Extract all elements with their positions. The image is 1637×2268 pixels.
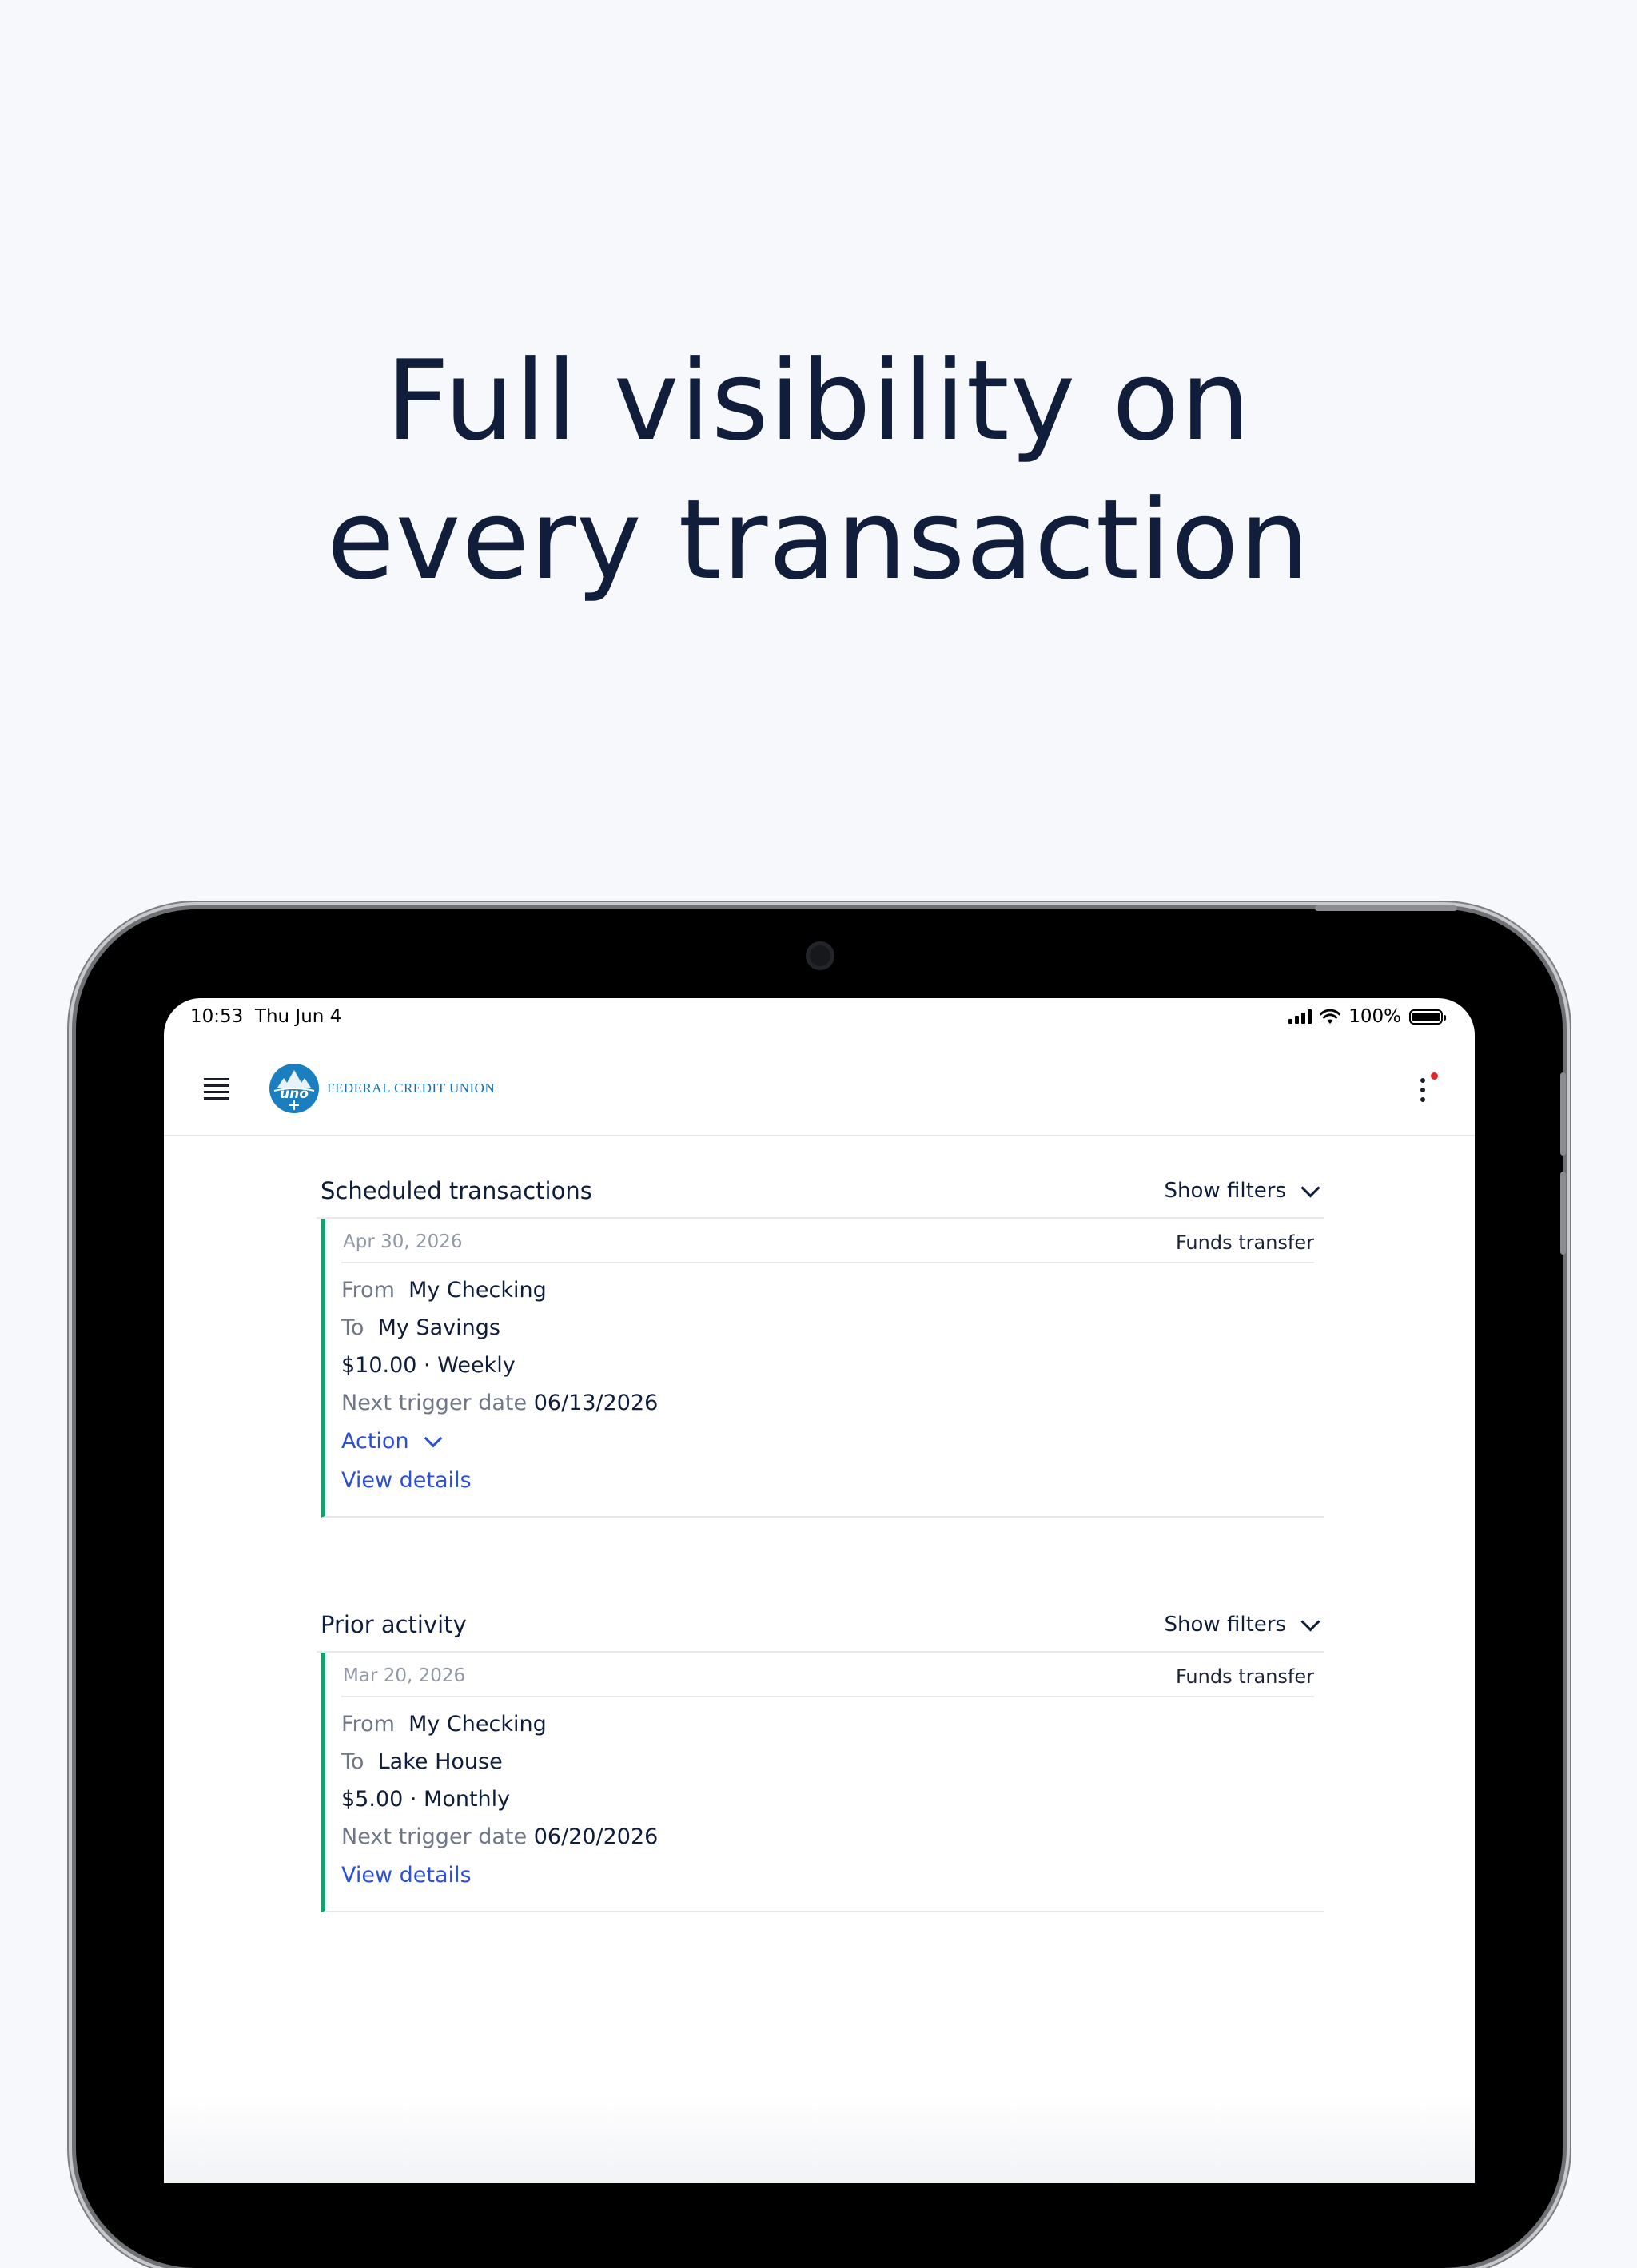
transaction-card: Mar 20, 2026 Funds transfer From My Chec… (321, 1653, 1324, 1912)
scheduled-transactions-section: Scheduled transactions Show filters Apr … (317, 1163, 1324, 1518)
chevron-down-icon (1300, 1177, 1320, 1198)
credit-union-logo[interactable]: uno FEDERAL CREDIT UNION (269, 1064, 495, 1113)
transaction-card-header: Mar 20, 2026 Funds transfer (341, 1653, 1314, 1697)
transaction-date: Apr 30, 2026 (343, 1231, 463, 1252)
transaction-type: Funds transfer (1175, 1231, 1314, 1254)
camera-icon (806, 941, 834, 970)
transaction-amount-frequency: $5.00 · Monthly (341, 1787, 511, 1812)
show-filters-button[interactable]: Show filters (1165, 1177, 1320, 1203)
transaction-amount-frequency: $10.00 · Weekly (341, 1353, 516, 1378)
chevron-down-icon (424, 1429, 442, 1447)
transaction-to: To Lake House (341, 1749, 503, 1774)
section-header: Scheduled transactions Show filters (317, 1163, 1324, 1219)
status-time: 10:53 Thu Jun 4 (190, 1006, 342, 1027)
hamburger-menu-icon[interactable] (204, 1078, 229, 1104)
notification-dot (1431, 1072, 1438, 1080)
status-bar: 10:53 Thu Jun 4 100% (164, 998, 1475, 1046)
tablet-screen: 10:53 Thu Jun 4 100% uno FEDERAL CREDIT … (164, 998, 1475, 2183)
headline-line-2: every transaction (326, 475, 1311, 604)
top-button (1315, 905, 1457, 911)
volume-down-button (1560, 1172, 1566, 1255)
transaction-type: Funds transfer (1175, 1665, 1314, 1688)
headline-line-1: Full visibility on (385, 336, 1252, 465)
logo-mark: uno (269, 1064, 319, 1113)
view-details-link[interactable]: View details (341, 1461, 1324, 1500)
app-header: uno FEDERAL CREDIT UNION (164, 1046, 1475, 1136)
section-title: Scheduled transactions (321, 1177, 592, 1204)
transaction-next-trigger: Next trigger date 06/13/2026 (341, 1391, 659, 1415)
status-right: 100% (1288, 1006, 1446, 1027)
cellular-signal-icon (1288, 1009, 1312, 1024)
battery-percent: 100% (1348, 1006, 1401, 1027)
transaction-from: From My Checking (341, 1278, 547, 1303)
transaction-card-header: Apr 30, 2026 Funds transfer (341, 1219, 1314, 1263)
show-filters-button[interactable]: Show filters (1165, 1611, 1320, 1637)
prior-activity-section: Prior activity Show filters Mar 20, 2026… (317, 1597, 1324, 1912)
logo-text: FEDERAL CREDIT UNION (327, 1080, 496, 1096)
headline: Full visibility on every transaction (0, 332, 1637, 610)
wifi-icon (1320, 1009, 1341, 1024)
transaction-to: To My Savings (341, 1315, 500, 1340)
screen-bottom-fade (164, 2095, 1475, 2183)
view-details-link[interactable]: View details (341, 1856, 1324, 1895)
section-header: Prior activity Show filters (317, 1597, 1324, 1653)
transaction-from: From My Checking (341, 1712, 547, 1737)
chevron-down-icon (1300, 1611, 1320, 1632)
volume-up-button (1560, 1072, 1566, 1156)
action-dropdown[interactable]: Action (341, 1422, 1324, 1461)
section-title: Prior activity (321, 1611, 467, 1638)
transaction-next-trigger: Next trigger date 06/20/2026 (341, 1824, 659, 1849)
transaction-card: Apr 30, 2026 Funds transfer From My Chec… (321, 1219, 1324, 1518)
transaction-date: Mar 20, 2026 (343, 1665, 466, 1686)
battery-icon (1409, 1009, 1446, 1025)
more-options-icon[interactable] (1420, 1072, 1438, 1107)
